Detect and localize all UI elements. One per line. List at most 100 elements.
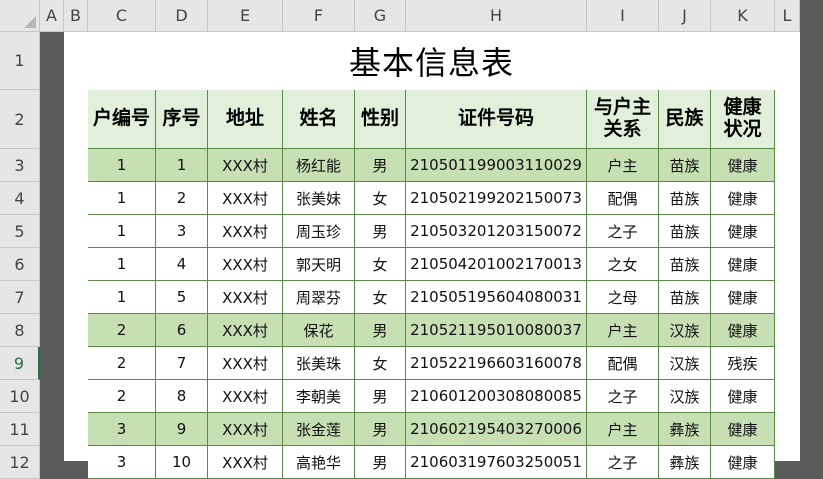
- table-cell[interactable]: 健康: [711, 215, 775, 248]
- table-cell[interactable]: 1: [88, 149, 156, 182]
- table-cell[interactable]: 健康: [711, 149, 775, 182]
- column-header-b[interactable]: B: [64, 0, 88, 32]
- table-cell[interactable]: 健康: [711, 413, 775, 446]
- table-cell[interactable]: 5: [156, 281, 208, 314]
- table-cell[interactable]: 张美妹: [283, 182, 355, 215]
- table-cell[interactable]: 10: [156, 446, 208, 479]
- table-cell[interactable]: 210503201203150072: [406, 215, 587, 248]
- column-header-j[interactable]: J: [659, 0, 711, 32]
- row-header-4[interactable]: 4: [0, 182, 40, 215]
- column-header-g[interactable]: G: [355, 0, 406, 32]
- table-cell[interactable]: 2: [156, 182, 208, 215]
- table-cell[interactable]: 汉族: [659, 347, 711, 380]
- table-cell[interactable]: 210603197603250051: [406, 446, 587, 479]
- table-cell[interactable]: XXX村: [208, 314, 283, 347]
- column-header-e[interactable]: E: [208, 0, 283, 32]
- table-cell[interactable]: XXX村: [208, 413, 283, 446]
- table-cell[interactable]: 苗族: [659, 149, 711, 182]
- table-cell[interactable]: 男: [355, 149, 406, 182]
- table-cell[interactable]: 2: [88, 347, 156, 380]
- table-cell[interactable]: XXX村: [208, 281, 283, 314]
- row-header-2[interactable]: 2: [0, 90, 40, 149]
- table-header-cell[interactable]: 性别: [355, 90, 406, 149]
- table-cell[interactable]: 男: [355, 446, 406, 479]
- column-header-a[interactable]: A: [40, 0, 64, 32]
- table-cell[interactable]: 1: [88, 182, 156, 215]
- table-cell[interactable]: 9: [156, 413, 208, 446]
- table-cell[interactable]: XXX村: [208, 182, 283, 215]
- table-cell[interactable]: 配偶: [587, 182, 659, 215]
- column-header-d[interactable]: D: [156, 0, 208, 32]
- table-cell[interactable]: 3: [88, 413, 156, 446]
- table-cell[interactable]: 苗族: [659, 215, 711, 248]
- table-cell[interactable]: 女: [355, 248, 406, 281]
- table-cell[interactable]: 健康: [711, 446, 775, 479]
- table-cell[interactable]: 郭天明: [283, 248, 355, 281]
- row-header-3[interactable]: 3: [0, 149, 40, 182]
- table-cell[interactable]: XXX村: [208, 380, 283, 413]
- table-cell[interactable]: 女: [355, 281, 406, 314]
- row-header-6[interactable]: 6: [0, 248, 40, 281]
- row-header-9[interactable]: 9: [0, 347, 40, 380]
- table-cell[interactable]: 健康: [711, 314, 775, 347]
- column-header-l[interactable]: L: [775, 0, 800, 32]
- table-cell[interactable]: 8: [156, 380, 208, 413]
- table-cell[interactable]: 2: [88, 314, 156, 347]
- table-cell[interactable]: 之母: [587, 281, 659, 314]
- table-cell[interactable]: XXX村: [208, 446, 283, 479]
- table-cell[interactable]: 户主: [587, 149, 659, 182]
- table-cell[interactable]: 210522196603160078: [406, 347, 587, 380]
- table-cell[interactable]: 之子: [587, 215, 659, 248]
- table-cell[interactable]: 彝族: [659, 413, 711, 446]
- table-cell[interactable]: 汉族: [659, 314, 711, 347]
- table-cell[interactable]: 张金莲: [283, 413, 355, 446]
- row-header-8[interactable]: 8: [0, 314, 40, 347]
- table-cell[interactable]: 男: [355, 314, 406, 347]
- column-header-k[interactable]: K: [711, 0, 775, 32]
- table-cell[interactable]: 周翠芬: [283, 281, 355, 314]
- table-cell[interactable]: 保花: [283, 314, 355, 347]
- table-cell[interactable]: 户主: [587, 314, 659, 347]
- table-cell[interactable]: 彝族: [659, 446, 711, 479]
- table-cell[interactable]: 健康: [711, 248, 775, 281]
- table-cell[interactable]: 1: [156, 149, 208, 182]
- sheet-title[interactable]: 基本信息表: [88, 32, 775, 90]
- table-cell[interactable]: 之女: [587, 248, 659, 281]
- table-cell[interactable]: 210504201002170013: [406, 248, 587, 281]
- table-cell[interactable]: 210505195604080031: [406, 281, 587, 314]
- table-cell[interactable]: 210602195403270006: [406, 413, 587, 446]
- table-cell[interactable]: 苗族: [659, 281, 711, 314]
- table-cell[interactable]: 苗族: [659, 248, 711, 281]
- table-cell[interactable]: XXX村: [208, 347, 283, 380]
- table-cell[interactable]: 210501199003110029: [406, 149, 587, 182]
- table-cell[interactable]: 3: [156, 215, 208, 248]
- column-header-h[interactable]: H: [406, 0, 587, 32]
- table-cell[interactable]: 李朝美: [283, 380, 355, 413]
- column-header-c[interactable]: C: [88, 0, 156, 32]
- table-header-cell[interactable]: 与户主 关系: [587, 90, 659, 149]
- table-cell[interactable]: 张美珠: [283, 347, 355, 380]
- table-cell[interactable]: 3: [88, 446, 156, 479]
- table-cell[interactable]: 健康: [711, 281, 775, 314]
- table-cell[interactable]: 配偶: [587, 347, 659, 380]
- table-header-cell[interactable]: 健康 状况: [711, 90, 775, 149]
- table-cell[interactable]: 1: [88, 248, 156, 281]
- table-header-cell[interactable]: 户编号: [88, 90, 156, 149]
- table-cell[interactable]: 210521195010080037: [406, 314, 587, 347]
- row-header-1[interactable]: 1: [0, 32, 40, 90]
- table-cell[interactable]: 6: [156, 314, 208, 347]
- table-cell[interactable]: 之子: [587, 446, 659, 479]
- table-cell[interactable]: 杨红能: [283, 149, 355, 182]
- row-header-10[interactable]: 10: [0, 380, 40, 413]
- table-cell[interactable]: 户主: [587, 413, 659, 446]
- table-cell[interactable]: 高艳华: [283, 446, 355, 479]
- table-cell[interactable]: 苗族: [659, 182, 711, 215]
- table-cell[interactable]: XXX村: [208, 248, 283, 281]
- table-cell[interactable]: 男: [355, 380, 406, 413]
- table-cell[interactable]: 周玉珍: [283, 215, 355, 248]
- table-cell[interactable]: 男: [355, 215, 406, 248]
- table-cell[interactable]: 1: [88, 281, 156, 314]
- table-cell[interactable]: XXX村: [208, 149, 283, 182]
- column-header-f[interactable]: F: [283, 0, 355, 32]
- row-header-7[interactable]: 7: [0, 281, 40, 314]
